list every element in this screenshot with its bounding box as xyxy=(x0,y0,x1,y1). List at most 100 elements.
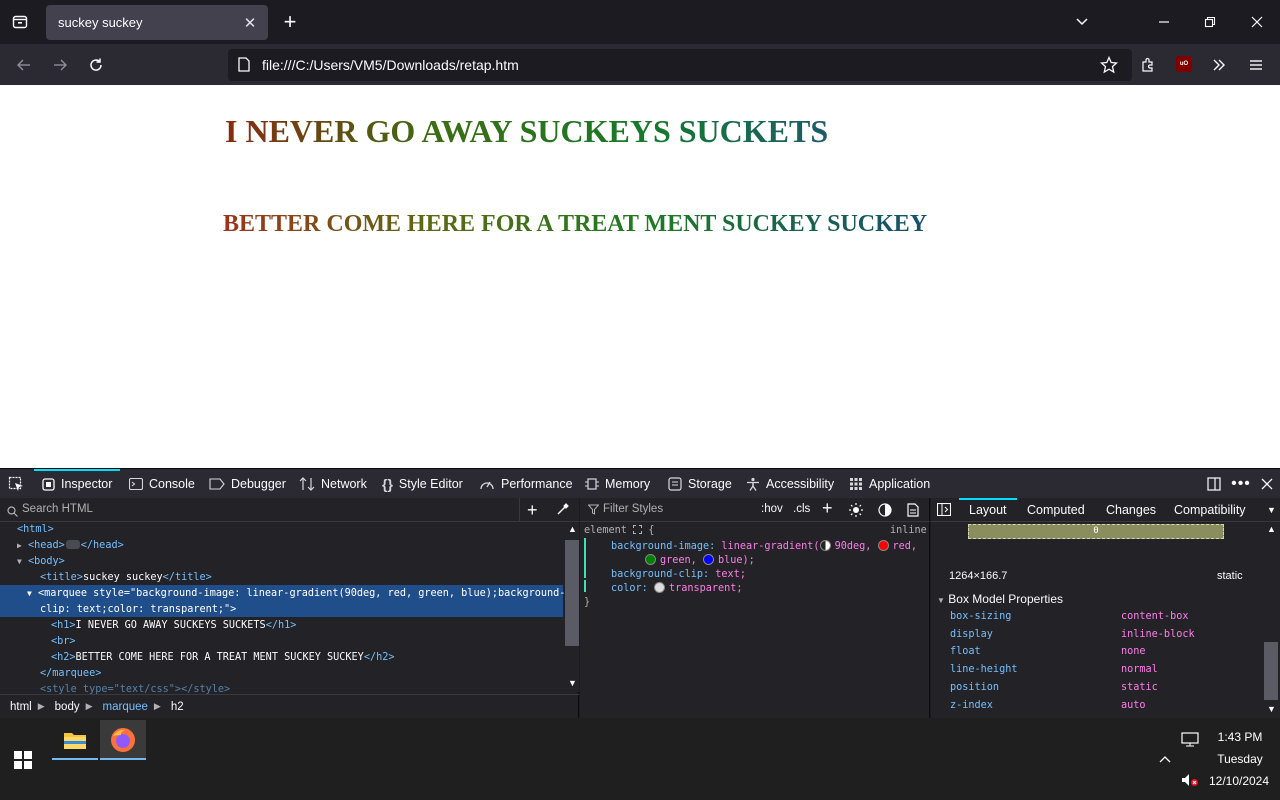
tab-title: suckey suckey xyxy=(58,15,143,30)
add-rule-icon[interactable]: + xyxy=(822,498,833,519)
changed-indicator xyxy=(584,538,586,578)
breadcrumb-html[interactable]: html xyxy=(10,701,32,713)
hov-toggle[interactable]: :hov xyxy=(761,503,783,515)
tab-storage[interactable]: Storage xyxy=(668,469,732,499)
filter-icon xyxy=(587,504,600,518)
sidebar-tabs: Layout Computed Changes Compatibility ▼ xyxy=(931,498,1280,522)
clock-time[interactable]: 1:43 PM xyxy=(1212,730,1268,744)
new-tab-icon[interactable]: + xyxy=(278,9,302,34)
tab-changes[interactable]: Changes xyxy=(1106,503,1156,517)
browser-tab[interactable]: suckey suckey ✕ xyxy=(46,5,268,40)
tab-inspector[interactable]: Inspector xyxy=(42,469,112,499)
storage-icon xyxy=(668,477,682,491)
speaker-muted-icon[interactable] xyxy=(1181,773,1199,792)
node-body[interactable]: ▼ <body> xyxy=(17,554,65,570)
node-h1[interactable]: <h1>I NEVER GO AWAY SUCKEYS SUCKETS</h1> xyxy=(51,618,296,634)
tab-debugger[interactable]: Debugger xyxy=(209,469,286,499)
node-highlighter-icon xyxy=(633,525,643,534)
page-heading-h2: BETTER COME HERE FOR A TREAT MENT SUCKEY… xyxy=(223,211,928,237)
layout-scroll-thumb[interactable] xyxy=(1264,642,1278,700)
node-marquee-close[interactable]: </marquee> xyxy=(40,666,101,682)
clock-day[interactable]: Tuesday xyxy=(1212,752,1268,766)
rule-selector: element { xyxy=(584,525,655,536)
file-explorer-icon[interactable] xyxy=(52,720,98,760)
tab-application[interactable]: Application xyxy=(849,469,930,499)
tab-accessibility[interactable]: Accessibility xyxy=(746,469,834,499)
braces-icon: {} xyxy=(382,476,393,492)
decl-background-clip[interactable]: background-clip: text; xyxy=(611,568,746,582)
network-monitor-icon[interactable] xyxy=(1181,732,1199,753)
more-tools-icon[interactable] xyxy=(1206,52,1232,78)
extensions-icon[interactable] xyxy=(1135,52,1161,78)
search-html-placeholder: Search HTML xyxy=(22,503,93,515)
breadcrumb-h2[interactable]: h2 xyxy=(171,701,184,713)
box-model-margin[interactable]: 0 xyxy=(968,524,1224,539)
light-theme-icon[interactable] xyxy=(849,503,863,520)
tab-computed[interactable]: Computed xyxy=(1027,503,1085,517)
layout-panel: Layout Computed Changes Compatibility ▼ … xyxy=(931,498,1280,718)
toggle-sidebar-icon[interactable] xyxy=(936,502,952,519)
decl-background-image[interactable]: background-image: linear-gradient(90deg,… xyxy=(611,540,917,554)
back-icon[interactable] xyxy=(11,52,37,78)
node-title[interactable]: <title>suckey suckey</title> xyxy=(40,570,212,586)
clock-date[interactable]: 12/10/2024 xyxy=(1204,774,1274,788)
element-position: static xyxy=(1217,570,1243,582)
restore-icon[interactable] xyxy=(1198,10,1222,34)
dock-side-icon[interactable] xyxy=(1203,473,1225,495)
minimize-icon[interactable] xyxy=(1152,10,1176,34)
bookmark-star-icon[interactable] xyxy=(1099,55,1119,79)
markup-scroll-thumb[interactable] xyxy=(565,540,579,646)
box-model-properties-header[interactable]: ▼ Box Model Properties xyxy=(937,592,1063,606)
close-devtools-icon[interactable] xyxy=(1256,473,1278,495)
tab-network[interactable]: Network xyxy=(299,469,367,499)
node-html[interactable]: <html> xyxy=(17,522,54,538)
firefox-view-icon[interactable] xyxy=(8,10,32,34)
show-hidden-icons-chevron-icon[interactable] xyxy=(1159,752,1171,766)
filter-styles-input[interactable]: Filter Styles xyxy=(603,503,663,515)
breadcrumb-marquee[interactable]: marquee xyxy=(103,701,148,713)
dark-theme-icon[interactable] xyxy=(878,503,892,520)
print-media-icon[interactable] xyxy=(907,503,919,520)
tab-performance[interactable]: Performance xyxy=(479,469,573,499)
node-marquee[interactable]: ▼ <marquee style="background-image: line… xyxy=(27,586,565,602)
tab-compatibility[interactable]: Compatibility xyxy=(1174,503,1246,517)
node-h2[interactable]: <h2>BETTER COME HERE FOR A TREAT MENT SU… xyxy=(51,650,395,666)
close-tab-icon[interactable]: ✕ xyxy=(238,11,262,35)
element-picker-icon[interactable] xyxy=(5,473,27,495)
console-icon xyxy=(129,478,143,490)
add-node-icon[interactable]: + xyxy=(527,500,538,521)
angle-swatch-icon xyxy=(819,540,831,551)
tab-style-editor[interactable]: {} Style Editor xyxy=(382,469,463,499)
firefox-taskbar-icon[interactable] xyxy=(100,720,146,760)
more-options-icon[interactable]: ••• xyxy=(1230,473,1252,495)
url-bar[interactable]: file:///C:/Users/VM5/Downloads/retap.htm xyxy=(228,49,1132,81)
rule-source[interactable]: inline xyxy=(890,524,927,538)
rule-close: } xyxy=(584,597,591,608)
decl-color[interactable]: color: transparent; xyxy=(611,582,743,596)
close-window-icon[interactable] xyxy=(1245,10,1269,34)
node-br[interactable]: <br> xyxy=(51,634,76,650)
search-html-bar[interactable]: Search HTML + xyxy=(0,498,579,522)
tab-memory[interactable]: Memory xyxy=(585,469,650,499)
node-marquee-cont[interactable]: clip: text;color: transparent;"> xyxy=(40,602,236,618)
reload-icon[interactable] xyxy=(83,52,109,78)
windows-start-icon[interactable] xyxy=(14,751,32,769)
navigation-bar: file:///C:/Users/VM5/Downloads/retap.htm… xyxy=(0,44,1280,85)
sidebar-overflow-icon[interactable]: ▼ xyxy=(1267,505,1276,515)
markup-scrollbar[interactable]: ▲ ▼ xyxy=(565,522,579,692)
menu-icon[interactable] xyxy=(1243,52,1269,78)
list-all-tabs-icon[interactable] xyxy=(1070,10,1094,34)
breadcrumb: html ▶ body ▶ marquee ▶ h2 xyxy=(0,694,579,718)
node-head[interactable]: ▶ <head> </head> xyxy=(17,538,124,554)
tab-layout[interactable]: Layout xyxy=(969,503,1007,517)
ublock-origin-icon[interactable]: uO xyxy=(1176,56,1192,72)
cls-toggle[interactable]: .cls xyxy=(793,503,810,515)
layout-scrollbar[interactable]: ▲ ▼ xyxy=(1264,522,1278,718)
tab-console[interactable]: Console xyxy=(129,469,195,499)
url-text: file:///C:/Users/VM5/Downloads/retap.htm xyxy=(262,57,519,73)
breadcrumb-body[interactable]: body xyxy=(55,701,80,713)
active-sidebar-tab-indicator xyxy=(959,498,1017,500)
eyedropper-icon[interactable] xyxy=(556,503,569,521)
transparent-swatch xyxy=(653,582,665,593)
forward-icon[interactable] xyxy=(47,52,73,78)
